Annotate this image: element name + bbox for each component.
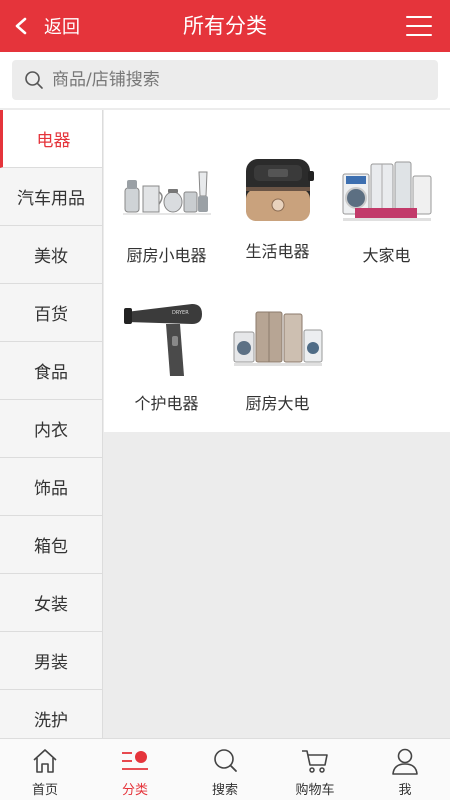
search-icon (25, 71, 43, 89)
search-box[interactable] (12, 60, 438, 100)
category-item-underwear[interactable]: 内衣 (0, 400, 102, 458)
product-panel: 厨房小电器 生活电器 大家电 DRYER 个护电器 厨房大电 (104, 110, 450, 432)
product-label: 厨房小电器 (126, 246, 207, 265)
category-item-general[interactable]: 百货 (0, 284, 102, 342)
menu-icon[interactable] (406, 14, 432, 38)
category-item-womens[interactable]: 女装 (0, 574, 102, 632)
svg-text:DRYER: DRYER (172, 310, 189, 316)
category-icon (122, 751, 148, 770)
kitchen-appliances-icon (109, 148, 224, 238)
rice-cooker-icon (220, 144, 335, 234)
hair-dryer-icon: DRYER (109, 292, 224, 386)
product-label: 厨房大电 (245, 394, 310, 413)
product-kitchen-appliances[interactable]: 厨房小电器 (109, 148, 224, 266)
header: 返回 所有分类 (0, 0, 450, 52)
cart-icon (302, 750, 328, 773)
user-icon (392, 748, 418, 775)
tab-search[interactable]: 搜索 (180, 739, 270, 800)
product-label: 大家电 (362, 246, 411, 265)
tab-label: 我 (398, 783, 412, 798)
tab-category[interactable]: 分类 (90, 739, 180, 800)
kitchen-large-appliances-icon (220, 296, 335, 386)
tab-cart[interactable]: 购物车 (270, 739, 360, 800)
category-list: 电器 汽车用品 美妆 百货 食品 内衣 饰品 箱包 女装 男装 洗护 (0, 110, 103, 738)
category-item-accessories[interactable]: 饰品 (0, 458, 102, 516)
product-personal-care[interactable]: DRYER 个护电器 (109, 292, 224, 414)
product-kitchen-large[interactable]: 厨房大电 (220, 296, 335, 414)
large-appliances-icon (329, 148, 444, 238)
category-item-auto[interactable]: 汽车用品 (0, 168, 102, 226)
tab-label: 首页 (31, 783, 58, 798)
product-home-appliances[interactable]: 生活电器 (220, 144, 335, 262)
product-label: 生活电器 (245, 242, 310, 261)
product-large-appliances[interactable]: 大家电 (329, 148, 444, 266)
category-item-food[interactable]: 食品 (0, 342, 102, 400)
category-item-mens[interactable]: 男装 (0, 632, 102, 690)
bottom-nav: 首页 分类 搜索 购物车 我 (0, 738, 450, 800)
page-title: 所有分类 (183, 14, 267, 38)
search-icon (214, 749, 237, 772)
category-item-beauty[interactable]: 美妆 (0, 226, 102, 284)
search-bar (0, 52, 450, 108)
category-item-care[interactable]: 洗护 (0, 690, 102, 738)
tab-label: 分类 (121, 783, 148, 798)
tab-home[interactable]: 首页 (0, 739, 90, 800)
product-label: 个护电器 (134, 394, 199, 413)
tab-me[interactable]: 我 (360, 739, 450, 800)
tab-label: 购物车 (295, 783, 335, 798)
home-icon (33, 749, 57, 773)
category-item-bags[interactable]: 箱包 (0, 516, 102, 574)
category-item-appliances[interactable]: 电器 (0, 110, 102, 168)
tab-label: 搜索 (211, 783, 238, 798)
search-input[interactable] (52, 70, 412, 90)
